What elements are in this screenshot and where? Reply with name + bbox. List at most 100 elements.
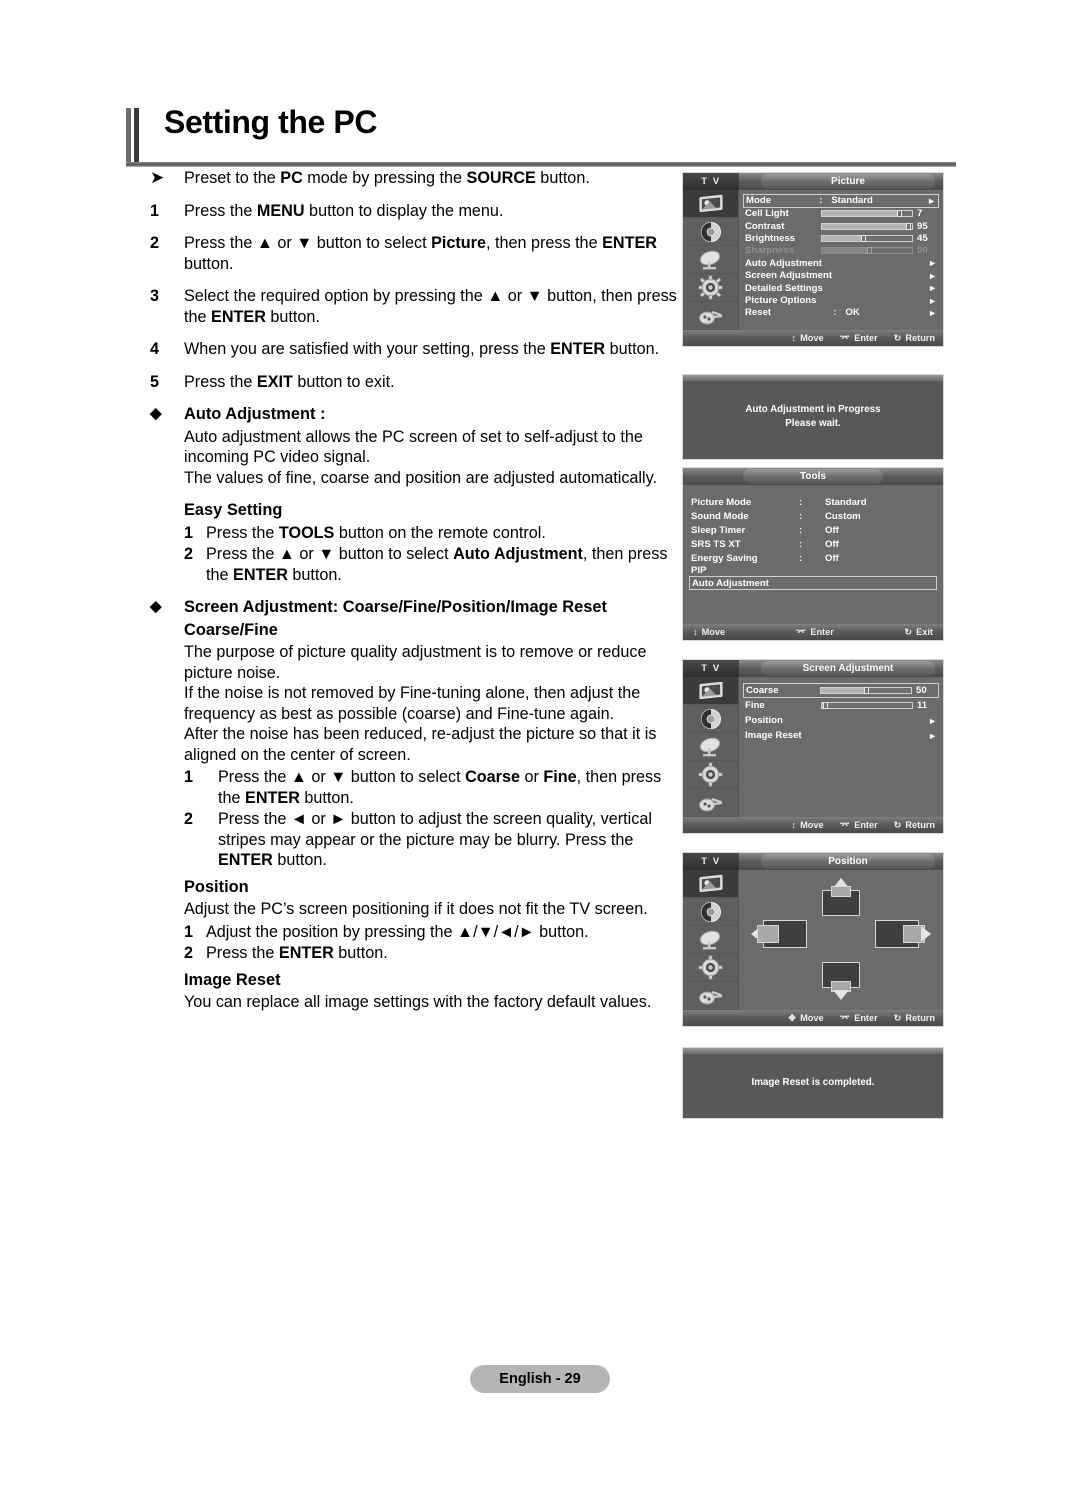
menu-row-screen-adjustment[interactable]: Screen Adjustment ► [745,270,937,282]
osd-screen-adjustment-menu: T V Screen Adjustment Coarse 50 Fine 11 … [678,655,948,838]
instructions-column: ➤ Preset to the PC mode by pressing the … [150,168,678,1025]
step-4: 4 When you are satisfied with your setti… [150,339,678,360]
easy-setting-step-1: 1 Press the TOOLS button on the remote c… [184,523,678,544]
return-arrow-icon: ↻ [893,819,902,830]
menu-row-brightness[interactable]: Brightness 45 [745,232,937,244]
menu-row-coarse[interactable]: Coarse 50 [743,683,939,698]
picture-icon[interactable] [683,190,738,218]
menu-row-position[interactable]: Position ► [745,713,937,728]
dialog-message: Auto Adjustment in Progress Please wait. [683,381,943,459]
position-left-control[interactable] [751,920,807,948]
input-plug-icon[interactable] [683,789,738,817]
row-label: Mode [746,195,772,207]
sound-icon[interactable] [683,218,738,246]
title-accent-bars [126,108,142,166]
step-number: 4 [150,340,160,358]
easy-setting-heading: Easy Setting [184,501,283,519]
footer-enter[interactable]: ⌤ Enter [840,1013,878,1024]
footer-return[interactable]: ↻ Return [894,333,935,344]
tv-label: T V [683,660,739,677]
setup-gear-icon[interactable] [683,761,738,789]
row-label: Sharpness [745,245,795,257]
picture-icon[interactable] [683,870,738,898]
osd-header: Tools [683,468,943,485]
arrow-bullet-icon: ➤ [150,168,165,187]
channel-dish-icon[interactable] [683,733,738,761]
sound-icon[interactable] [683,705,738,733]
row-value: 7 [917,208,923,220]
tools-row-pip[interactable]: PIP [691,565,935,576]
menu-row-cell-light[interactable]: Cell Light 7 [745,208,937,220]
menu-row-image-reset[interactable]: Image Reset ► [745,728,937,743]
footer-move[interactable]: ✥ Move [788,1013,823,1024]
input-plug-icon[interactable] [683,302,738,330]
footer-return[interactable]: ↻ Return [894,820,935,831]
footer-return[interactable]: ↻ Return [894,1013,935,1024]
tools-row-srs-ts-xt[interactable]: SRS TS XT : Off [691,537,935,551]
slider-track[interactable] [821,222,913,230]
document-page: Setting the PC ➤ Preset to the PC mode b… [0,0,1080,1486]
sound-icon[interactable] [683,898,738,926]
tools-row-auto-adjustment[interactable]: Auto Adjustment [689,576,937,590]
osd-picture-menu: T V Picture Mode: Standard ► Cell Light… [678,168,948,351]
osd-sidebar [683,870,739,1010]
step-text: Press the EXIT button to exit. [184,372,395,391]
channel-dish-icon[interactable] [683,246,738,274]
slider-track[interactable] [821,210,913,218]
coarse-fine-heading: Coarse/Fine [184,620,278,639]
row-colon: : [799,496,803,508]
tools-row-sleep-timer[interactable]: Sleep Timer : Off [691,523,935,537]
tools-row-sound-mode[interactable]: Sound Mode : Custom [691,509,935,523]
footer-move[interactable]: ↕ Move [792,820,824,830]
menu-row-fine[interactable]: Fine 11 [745,698,937,713]
auto-adjustment-heading: Auto Adjustment : [184,405,326,423]
menu-row-auto-adjustment[interactable]: Auto Adjustment ► [745,257,937,269]
row-label: Fine [745,700,765,711]
menu-row-mode[interactable]: Mode : Standard ► [743,194,939,208]
menu-row-reset[interactable]: Reset : OK ► [745,307,937,319]
slider-track[interactable] [820,687,912,694]
row-label: Picture Mode [691,496,752,508]
footer-enter[interactable]: ⌤ Enter [840,333,878,344]
osd-title: Picture [761,174,935,189]
coarse-fine-p1: The purpose of picture quality adjustmen… [184,643,647,682]
easy-setting-section: Easy Setting 1 Press the TOOLS button on… [184,500,678,585]
row-label: Contrast [745,220,785,232]
menu-row-picture-options[interactable]: Picture Options ► [745,294,937,306]
coarse-fine-step-2: 2 Press the ◄ or ► button to adjust the … [184,809,678,871]
row-value: Off [825,552,839,564]
row-label: Brightness [745,233,796,245]
position-down-control[interactable] [822,962,860,1000]
menu-row-contrast[interactable]: Contrast 95 [745,220,937,232]
tools-row-picture-mode[interactable]: Picture Mode : Standard [691,495,935,509]
footer-move[interactable]: ↕ Move [792,333,824,343]
position-right-control[interactable] [875,920,931,948]
slider-track[interactable] [821,702,913,709]
step-3: 3 Select the required option by pressing… [150,286,678,327]
triangle-down-icon [833,990,849,1000]
footer-exit[interactable]: ↻ Exit [904,627,933,638]
return-arrow-icon: ↻ [893,1012,902,1023]
setup-gear-icon[interactable] [683,274,738,302]
tools-row-energy-saving[interactable]: Energy Saving : Off [691,551,935,565]
chevron-right-icon: ► [928,730,937,741]
osd-menu-rows: Coarse 50 Fine 11 Position ► Image Reset… [739,677,943,817]
row-label: Position [745,715,783,726]
footer-move[interactable]: ↕ Move [693,627,725,637]
osd-header: T V Screen Adjustment [683,660,943,677]
footer-enter[interactable]: ⌤ Enter [796,627,834,638]
slider-track[interactable] [821,235,913,243]
footer-enter[interactable]: ⌤ Enter [840,820,878,831]
channel-dish-icon[interactable] [683,926,738,954]
step-5: 5 Press the EXIT button to exit. [150,372,678,393]
menu-row-detailed-settings[interactable]: Detailed Settings ► [745,282,937,294]
input-plug-icon[interactable] [683,982,738,1010]
picture-icon[interactable] [683,677,738,705]
setup-gear-icon[interactable] [683,954,738,982]
step-number: 2 [150,234,160,252]
tv-label: T V [683,853,739,870]
return-arrow-icon: ↻ [904,626,913,637]
step-number: 2 [184,810,194,828]
step-text: When you are satisfied with your setting… [184,340,660,358]
position-up-control[interactable] [822,878,860,916]
